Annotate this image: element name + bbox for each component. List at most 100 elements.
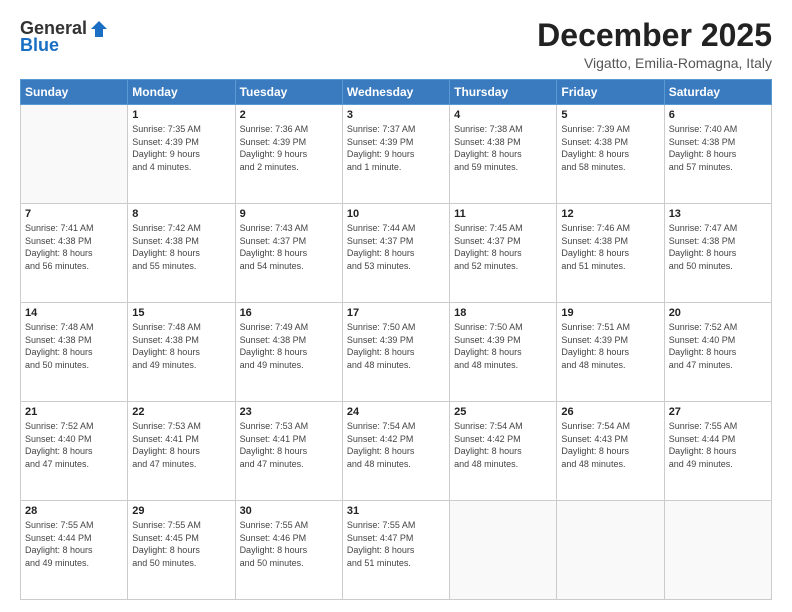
day-number: 19 [561, 307, 659, 319]
month-title: December 2025 [537, 18, 772, 53]
day-info: Sunrise: 7:55 AMSunset: 4:46 PMDaylight:… [240, 519, 338, 569]
calendar-header-saturday: Saturday [664, 80, 771, 105]
day-info: Sunrise: 7:55 AMSunset: 4:47 PMDaylight:… [347, 519, 445, 569]
day-number: 11 [454, 208, 552, 220]
day-info: Sunrise: 7:41 AMSunset: 4:38 PMDaylight:… [25, 222, 123, 272]
calendar-cell: 1 Sunrise: 7:35 AMSunset: 4:39 PMDaylight… [128, 105, 235, 204]
calendar-header-row: SundayMondayTuesdayWednesdayThursdayFrid… [21, 80, 772, 105]
day-info: Sunrise: 7:52 AMSunset: 4:40 PMDaylight:… [669, 321, 767, 371]
day-number: 12 [561, 208, 659, 220]
day-number: 28 [25, 505, 123, 517]
calendar-header-wednesday: Wednesday [342, 80, 449, 105]
day-number: 16 [240, 307, 338, 319]
day-number: 17 [347, 307, 445, 319]
day-number: 24 [347, 406, 445, 418]
day-number: 29 [132, 505, 230, 517]
day-number: 7 [25, 208, 123, 220]
logo: General Blue [20, 18, 109, 56]
day-number: 23 [240, 406, 338, 418]
day-info: Sunrise: 7:50 AMSunset: 4:39 PMDaylight:… [347, 321, 445, 371]
day-info: Sunrise: 7:44 AMSunset: 4:37 PMDaylight:… [347, 222, 445, 272]
day-info: Sunrise: 7:47 AMSunset: 4:38 PMDaylight:… [669, 222, 767, 272]
calendar-cell: 19 Sunrise: 7:51 AMSunset: 4:39 PMDayligh… [557, 303, 664, 402]
calendar-cell: 24 Sunrise: 7:54 AMSunset: 4:42 PMDayligh… [342, 402, 449, 501]
day-info: Sunrise: 7:45 AMSunset: 4:37 PMDaylight:… [454, 222, 552, 272]
day-info: Sunrise: 7:40 AMSunset: 4:38 PMDaylight:… [669, 123, 767, 173]
day-number: 5 [561, 109, 659, 121]
calendar-cell: 6 Sunrise: 7:40 AMSunset: 4:38 PMDaylight… [664, 105, 771, 204]
day-number: 18 [454, 307, 552, 319]
day-info: Sunrise: 7:37 AMSunset: 4:39 PMDaylight:… [347, 123, 445, 173]
day-number: 30 [240, 505, 338, 517]
day-number: 22 [132, 406, 230, 418]
calendar-header-sunday: Sunday [21, 80, 128, 105]
calendar-cell: 16 Sunrise: 7:49 AMSunset: 4:38 PMDayligh… [235, 303, 342, 402]
calendar-cell: 18 Sunrise: 7:50 AMSunset: 4:39 PMDayligh… [450, 303, 557, 402]
day-number: 26 [561, 406, 659, 418]
day-info: Sunrise: 7:43 AMSunset: 4:37 PMDaylight:… [240, 222, 338, 272]
day-info: Sunrise: 7:50 AMSunset: 4:39 PMDaylight:… [454, 321, 552, 371]
calendar-cell: 20 Sunrise: 7:52 AMSunset: 4:40 PMDayligh… [664, 303, 771, 402]
day-number: 2 [240, 109, 338, 121]
day-number: 3 [347, 109, 445, 121]
day-info: Sunrise: 7:35 AMSunset: 4:39 PMDaylight:… [132, 123, 230, 173]
day-number: 4 [454, 109, 552, 121]
calendar-week-4: 21 Sunrise: 7:52 AMSunset: 4:40 PMDayligh… [21, 402, 772, 501]
day-info: Sunrise: 7:53 AMSunset: 4:41 PMDaylight:… [240, 420, 338, 470]
calendar-cell: 21 Sunrise: 7:52 AMSunset: 4:40 PMDayligh… [21, 402, 128, 501]
day-number: 27 [669, 406, 767, 418]
day-number: 14 [25, 307, 123, 319]
calendar-cell: 22 Sunrise: 7:53 AMSunset: 4:41 PMDayligh… [128, 402, 235, 501]
day-info: Sunrise: 7:55 AMSunset: 4:44 PMDaylight:… [669, 420, 767, 470]
calendar-cell: 30 Sunrise: 7:55 AMSunset: 4:46 PMDayligh… [235, 501, 342, 600]
day-info: Sunrise: 7:55 AMSunset: 4:44 PMDaylight:… [25, 519, 123, 569]
calendar-cell: 15Sunrise: 7:48 AMSunset: 4:38 PMDayligh… [128, 303, 235, 402]
day-number: 10 [347, 208, 445, 220]
calendar-cell: 14Sunrise: 7:48 AMSunset: 4:38 PMDayligh… [21, 303, 128, 402]
calendar-header-monday: Monday [128, 80, 235, 105]
day-number: 1 [132, 109, 230, 121]
day-info: Sunrise: 7:54 AMSunset: 4:42 PMDaylight:… [347, 420, 445, 470]
day-number: 6 [669, 109, 767, 121]
calendar-cell: 17 Sunrise: 7:50 AMSunset: 4:39 PMDayligh… [342, 303, 449, 402]
day-info: Sunrise: 7:36 AMSunset: 4:39 PMDaylight:… [240, 123, 338, 173]
calendar-week-3: 14Sunrise: 7:48 AMSunset: 4:38 PMDayligh… [21, 303, 772, 402]
logo-blue-text: Blue [20, 35, 59, 56]
day-info: Sunrise: 7:52 AMSunset: 4:40 PMDaylight:… [25, 420, 123, 470]
day-number: 20 [669, 307, 767, 319]
calendar-cell: 2 Sunrise: 7:36 AMSunset: 4:39 PMDaylight… [235, 105, 342, 204]
calendar-cell: 28 Sunrise: 7:55 AMSunset: 4:44 PMDayligh… [21, 501, 128, 600]
day-info: Sunrise: 7:55 AMSunset: 4:45 PMDaylight:… [132, 519, 230, 569]
calendar-header-friday: Friday [557, 80, 664, 105]
day-info: Sunrise: 7:53 AMSunset: 4:41 PMDaylight:… [132, 420, 230, 470]
calendar-header-tuesday: Tuesday [235, 80, 342, 105]
calendar-cell [450, 501, 557, 600]
calendar-cell: 5Sunrise: 7:39 AMSunset: 4:38 PMDaylight… [557, 105, 664, 204]
day-info: Sunrise: 7:38 AMSunset: 4:38 PMDaylight:… [454, 123, 552, 173]
calendar-cell: 12Sunrise: 7:46 AMSunset: 4:38 PMDayligh… [557, 204, 664, 303]
calendar-cell: 27 Sunrise: 7:55 AMSunset: 4:44 PMDayligh… [664, 402, 771, 501]
calendar-week-2: 7 Sunrise: 7:41 AMSunset: 4:38 PMDaylight… [21, 204, 772, 303]
calendar-cell: 31 Sunrise: 7:55 AMSunset: 4:47 PMDayligh… [342, 501, 449, 600]
calendar-cell: 26 Sunrise: 7:54 AMSunset: 4:43 PMDayligh… [557, 402, 664, 501]
calendar-cell [557, 501, 664, 600]
logo-icon [89, 19, 109, 39]
day-number: 31 [347, 505, 445, 517]
calendar-cell: 29 Sunrise: 7:55 AMSunset: 4:45 PMDayligh… [128, 501, 235, 600]
calendar-week-5: 28 Sunrise: 7:55 AMSunset: 4:44 PMDayligh… [21, 501, 772, 600]
calendar-cell: 8 Sunrise: 7:42 AMSunset: 4:38 PMDaylight… [128, 204, 235, 303]
calendar-cell: 25Sunrise: 7:54 AMSunset: 4:42 PMDayligh… [450, 402, 557, 501]
header: General Blue December 2025 Vigatto, Emil… [20, 18, 772, 71]
day-number: 21 [25, 406, 123, 418]
location: Vigatto, Emilia-Romagna, Italy [537, 55, 772, 71]
calendar-cell: 11 Sunrise: 7:45 AMSunset: 4:37 PMDayligh… [450, 204, 557, 303]
day-info: Sunrise: 7:49 AMSunset: 4:38 PMDaylight:… [240, 321, 338, 371]
calendar-cell: 7 Sunrise: 7:41 AMSunset: 4:38 PMDaylight… [21, 204, 128, 303]
calendar-cell: 3 Sunrise: 7:37 AMSunset: 4:39 PMDaylight… [342, 105, 449, 204]
day-info: Sunrise: 7:54 AMSunset: 4:43 PMDaylight:… [561, 420, 659, 470]
day-number: 8 [132, 208, 230, 220]
day-info: Sunrise: 7:42 AMSunset: 4:38 PMDaylight:… [132, 222, 230, 272]
day-number: 13 [669, 208, 767, 220]
day-info: Sunrise: 7:51 AMSunset: 4:39 PMDaylight:… [561, 321, 659, 371]
day-number: 9 [240, 208, 338, 220]
